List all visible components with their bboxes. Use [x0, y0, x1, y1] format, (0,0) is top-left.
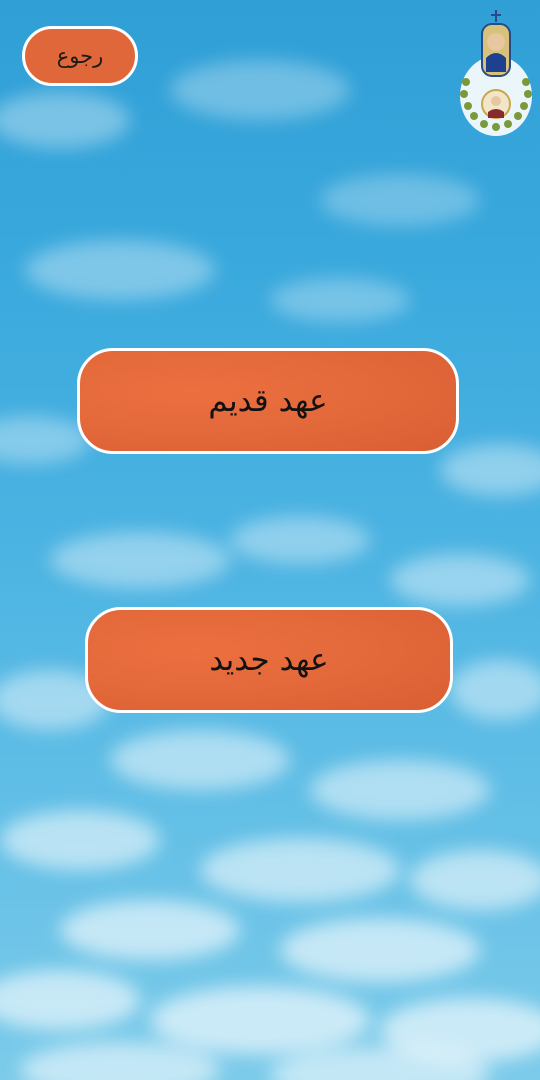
sky-background — [0, 0, 540, 1080]
old-testament-button[interactable]: عهد قديم — [77, 348, 459, 454]
new-testament-label: عهد جديد — [209, 642, 329, 678]
church-logo-icon — [456, 8, 534, 140]
clouds-illustration — [0, 60, 540, 1080]
new-testament-button[interactable]: عهد جديد — [85, 607, 453, 713]
back-button-label: رجوع — [56, 44, 104, 68]
back-button[interactable]: رجوع — [22, 26, 138, 86]
old-testament-label: عهد قديم — [208, 383, 328, 419]
